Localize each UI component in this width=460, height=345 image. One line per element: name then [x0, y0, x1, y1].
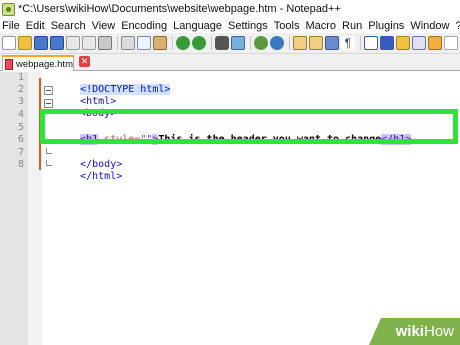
sync-h-icon[interactable] — [309, 36, 323, 50]
zoom-in-icon[interactable] — [254, 36, 268, 50]
menu-plugins[interactable]: Plugins — [368, 20, 404, 32]
toolbar-separator — [117, 36, 118, 50]
udl-icon[interactable] — [380, 36, 394, 50]
line-number: 1 — [17, 72, 24, 83]
line-number: 7 — [17, 147, 24, 158]
print-icon[interactable] — [98, 36, 112, 50]
function-list-icon[interactable] — [412, 36, 426, 50]
monitoring-icon[interactable] — [444, 36, 458, 50]
save-all-icon[interactable] — [50, 36, 64, 50]
highlight-annotation-box — [40, 109, 458, 144]
tab-bar: webpage.htm ✕ — [0, 54, 460, 71]
save-icon[interactable] — [34, 36, 48, 50]
menu-encoding[interactable]: Encoding — [121, 20, 167, 32]
tab-label: webpage.htm — [15, 58, 73, 70]
menu-run[interactable]: Run — [342, 20, 362, 32]
redo-icon[interactable] — [192, 36, 206, 50]
menu-edit[interactable]: Edit — [26, 20, 45, 32]
toolbar: ¶ — [0, 33, 460, 54]
line-number: 3 — [17, 96, 24, 107]
menu-view[interactable]: View — [92, 20, 116, 32]
undo-icon[interactable] — [176, 36, 190, 50]
menu-macro[interactable]: Macro — [305, 20, 336, 32]
line-number: 8 — [17, 159, 24, 170]
unsaved-file-icon — [5, 58, 13, 70]
html-close-tag: </html> — [80, 171, 123, 182]
fold-end-marker — [46, 148, 52, 154]
line-number: 2 — [17, 84, 24, 95]
fold-end-marker — [46, 160, 52, 166]
zoom-out-icon[interactable] — [270, 36, 284, 50]
tab-close-icon[interactable]: ✕ — [79, 56, 90, 67]
menu-search[interactable]: Search — [51, 20, 86, 32]
line-number: 6 — [17, 134, 24, 145]
toolbar-separator — [211, 36, 212, 50]
window-title: *C:\Users\wikiHow\Documents\website\webp… — [18, 3, 341, 15]
wikihow-watermark: wiki How — [369, 318, 460, 345]
menu-file[interactable]: File — [2, 20, 20, 32]
code-line-2: <html> — [56, 84, 116, 107]
folder-workspace-icon[interactable] — [428, 36, 442, 50]
tab-webpage[interactable]: webpage.htm — [2, 55, 74, 71]
toolbar-separator — [172, 36, 173, 50]
toolbar-separator — [289, 36, 290, 50]
word-wrap-icon[interactable] — [325, 36, 339, 50]
menu-language[interactable]: Language — [173, 20, 222, 32]
code-line-3: <body> — [56, 96, 116, 119]
doc-map-icon[interactable] — [396, 36, 410, 50]
toolbar-separator — [360, 36, 361, 50]
watermark-wiki-text: wiki — [395, 323, 424, 340]
new-file-icon[interactable] — [2, 36, 16, 50]
watermark-how-text: How — [423, 323, 454, 340]
close-icon[interactable] — [66, 36, 80, 50]
fold-toggle-html[interactable] — [44, 86, 53, 95]
close-all-icon[interactable] — [82, 36, 96, 50]
menu-tools[interactable]: Tools — [274, 20, 300, 32]
indent-guide-icon[interactable] — [364, 36, 378, 50]
title-bar: *C:\Users\wikiHow\Documents\website\webp… — [0, 0, 460, 18]
find-icon[interactable] — [215, 36, 229, 50]
paste-icon[interactable] — [153, 36, 167, 50]
open-file-icon[interactable] — [18, 36, 32, 50]
replace-icon[interactable] — [231, 36, 245, 50]
menu-bar: File Edit Search View Encoding Language … — [0, 18, 460, 33]
line-number: 5 — [17, 122, 24, 133]
menu-help[interactable]: ? — [455, 20, 460, 32]
line-number: 4 — [17, 109, 24, 120]
code-line-8: </html> — [56, 159, 122, 182]
notepad-plus-plus-icon — [2, 2, 15, 16]
toolbar-separator — [250, 36, 251, 50]
code-line-1: <!DOCTYPE html> — [56, 72, 171, 95]
sync-v-icon[interactable] — [293, 36, 307, 50]
code-line-7: </body> — [56, 147, 122, 170]
cut-icon[interactable] — [121, 36, 135, 50]
menu-settings[interactable]: Settings — [228, 20, 268, 32]
menu-window[interactable]: Window — [410, 20, 449, 32]
fold-toggle-body[interactable] — [44, 99, 53, 108]
all-chars-icon[interactable]: ¶ — [341, 36, 355, 50]
copy-icon[interactable] — [137, 36, 151, 50]
line-number-gutter: 1 2 3 4 5 6 7 8 — [0, 72, 28, 345]
